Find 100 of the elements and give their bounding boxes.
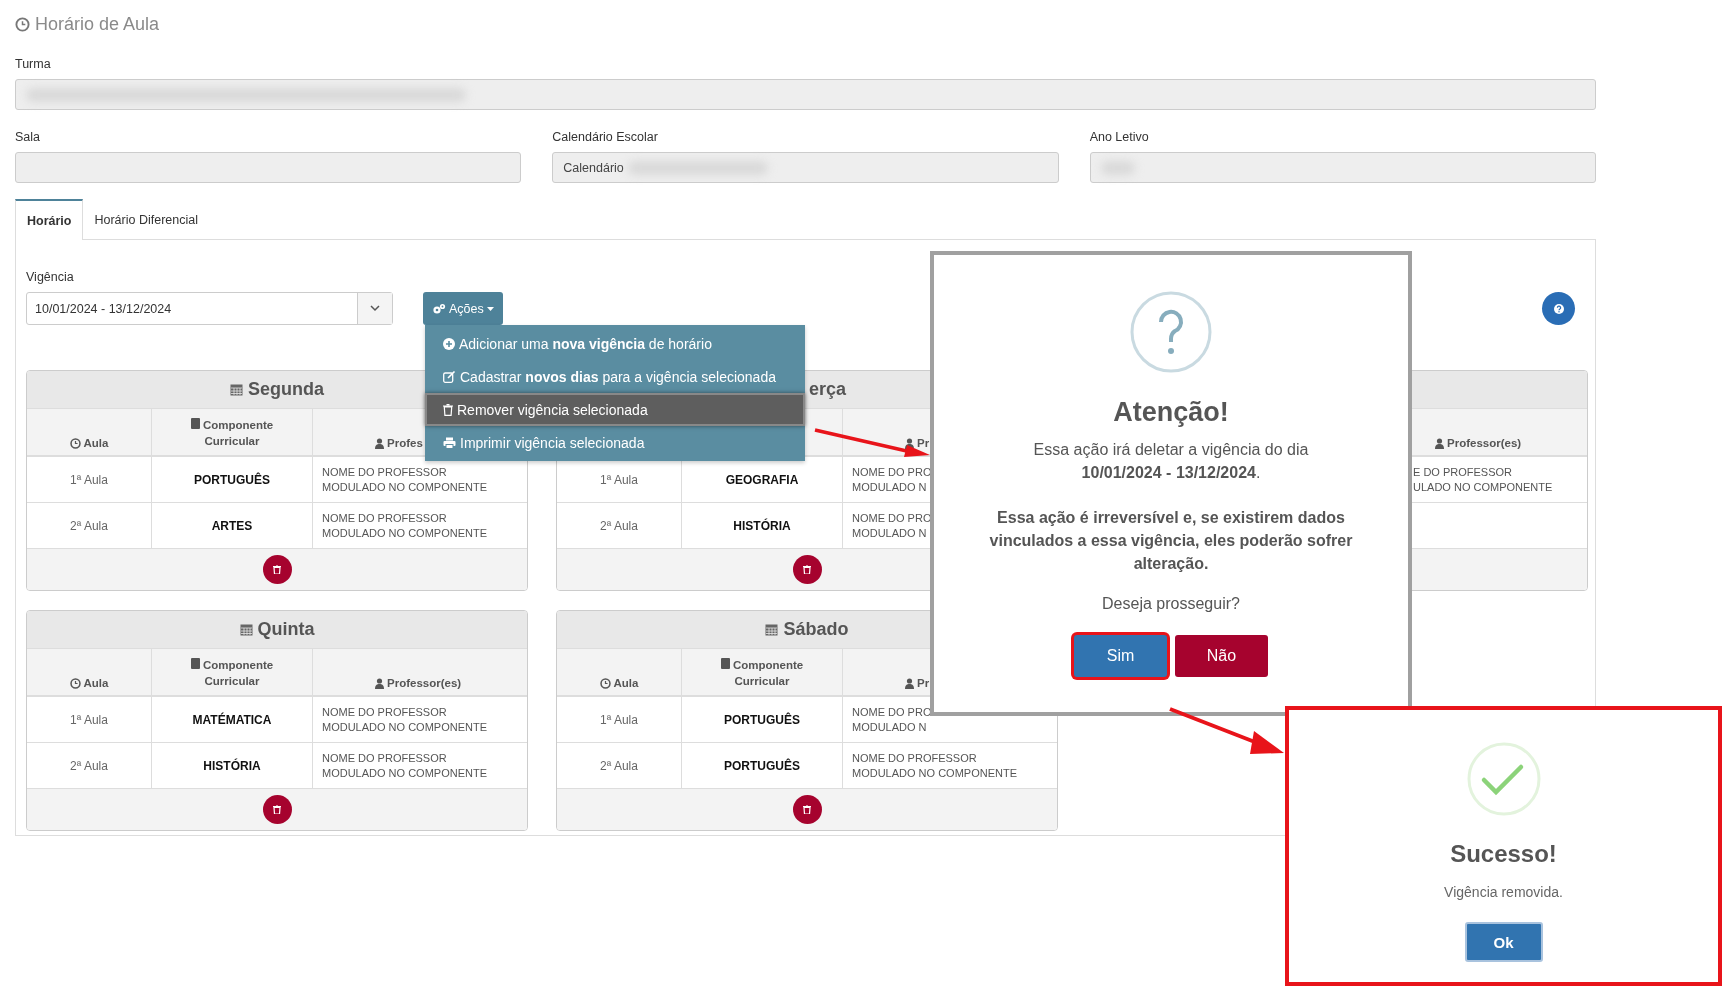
- table-cell: MODULADO N: [852, 525, 927, 541]
- table-cell: PORTUGUÊS: [724, 712, 800, 727]
- table-cell: ULADO NO COMPONENTE: [1413, 479, 1553, 495]
- dialog-title: Atenção!: [1113, 397, 1229, 428]
- table-cell: ARTES: [211, 518, 253, 533]
- column-header: Professor(es): [387, 677, 462, 689]
- column-header: Profes: [387, 437, 423, 449]
- table-cell: NOME DO PROFESSOR: [852, 750, 977, 766]
- table-cell: 1ª Aula: [70, 712, 108, 727]
- column-header: Aula: [83, 437, 109, 449]
- column-header: Pr: [917, 437, 930, 449]
- table-cell: PORTUGUÊS: [724, 758, 800, 773]
- column-header: Componente Curricular: [712, 657, 812, 689]
- turma-field[interactable]: [15, 79, 1596, 110]
- trash-icon: [443, 403, 453, 416]
- table-cell: 1ª Aula: [600, 712, 638, 727]
- table-cell: HISTÓRIA: [733, 518, 791, 533]
- table-cell: NOME DO PROFESSOR: [322, 750, 447, 766]
- column-header: Professor(es): [1447, 437, 1522, 449]
- table-cell: 2ª Aula: [600, 518, 638, 533]
- user-icon: [375, 438, 384, 449]
- trash-icon: [273, 565, 281, 574]
- table-cell: PORTUGUÊS: [194, 472, 270, 487]
- delete-button[interactable]: [262, 795, 292, 824]
- day-title: erça: [809, 379, 847, 400]
- field-label: Vigência: [26, 270, 75, 284]
- delete-button[interactable]: [792, 795, 822, 824]
- clock-icon: [69, 678, 81, 689]
- column-header: Aula: [83, 677, 109, 689]
- table-cell: MODULADO NO COMPONENTE: [322, 479, 487, 495]
- ok-button[interactable]: Ok: [1464, 922, 1543, 962]
- menu-item[interactable]: Cadastrar novos dias para a vigência selecionada: [425, 360, 805, 393]
- edit-icon: [443, 370, 456, 383]
- table-cell: 1ª Aula: [600, 472, 638, 487]
- confirm-button[interactable]: Sim: [1074, 635, 1167, 677]
- menu-item[interactable]: Adicionar uma nova vigência de horário: [425, 327, 805, 360]
- actions-button[interactable]: Ações: [423, 292, 503, 325]
- table-cell: MODULADO N: [852, 719, 927, 735]
- tab[interactable]: Horário: [15, 199, 84, 240]
- gears-icon: [432, 302, 446, 315]
- table-cell: MODULADO NO COMPONENTE: [322, 525, 487, 541]
- day-title: Sábado: [783, 619, 849, 640]
- book-icon: [190, 658, 200, 669]
- user-icon: [375, 678, 384, 689]
- table-cell: E DO PROFESSOR: [1413, 464, 1513, 480]
- table-cell: MATÉMATICA: [192, 712, 272, 727]
- book-icon: [720, 658, 730, 669]
- table-cell: HISTÓRIA: [203, 758, 261, 773]
- field-label: Calendário Escolar: [552, 130, 659, 144]
- book-icon: [190, 418, 200, 429]
- column-header: Pr: [917, 677, 930, 689]
- plus-circle-icon: [443, 337, 455, 350]
- field-label: Ano Letivo: [1089, 130, 1150, 144]
- table-cell: 2ª Aula: [600, 758, 638, 773]
- question-icon: [1553, 303, 1564, 314]
- day-title: Quinta: [257, 619, 315, 640]
- table-cell: MODULADO NO COMPONENTE: [852, 765, 1017, 781]
- column-header: Componente Curricular: [182, 417, 282, 449]
- day-title: Segunda: [248, 379, 324, 400]
- table-cell: 1ª Aula: [70, 472, 108, 487]
- table-cell: GEOGRAFIA: [725, 472, 799, 487]
- calendar-field[interactable]: Calendário: [552, 152, 1059, 183]
- user-icon: [1435, 438, 1444, 449]
- table-cell: MODULADO NO COMPONENTE: [322, 719, 487, 735]
- sala-field[interactable]: [15, 152, 522, 183]
- check-icon: [1466, 742, 1541, 816]
- calendar-icon: [230, 383, 243, 396]
- year-field[interactable]: [1089, 152, 1596, 183]
- table-cell: 2ª Aula: [70, 758, 108, 773]
- trash-icon: [803, 805, 811, 814]
- caret-icon: [486, 306, 494, 311]
- delete-button[interactable]: [792, 555, 822, 584]
- cancel-button[interactable]: Não: [1175, 635, 1268, 677]
- warning-text: Essa ação é irreversível e, se existirem dados vinculados a essa vigência, eles poderão sofrer alteração.: [988, 508, 1354, 574]
- table-cell: NOME DO PROFESSOR: [322, 704, 447, 720]
- table-cell: MODULADO N: [852, 479, 927, 495]
- field-label: Sala: [15, 130, 42, 144]
- period-select[interactable]: 10/01/2024 - 13/12/2024: [26, 292, 393, 325]
- clock-icon: [15, 17, 30, 32]
- dialog-title: Sucesso!: [1450, 840, 1557, 868]
- trash-icon: [273, 805, 281, 814]
- dialog-question: Deseja prosseguir?: [1102, 595, 1240, 613]
- clock-icon: [69, 438, 81, 449]
- chevron-down-icon: [370, 305, 380, 312]
- help-button[interactable]: [1542, 292, 1575, 325]
- dialog-message: Essa ação irá deletar a vigência do dia 10/01/2024 - 13/12/2024.: [1032, 440, 1310, 483]
- calendar-icon: [765, 623, 779, 636]
- printer-icon: [443, 436, 456, 449]
- menu-item[interactable]: Imprimir vigência selecionada: [425, 426, 805, 459]
- table-cell: NOME DO PROFESSOR: [322, 510, 447, 526]
- table-cell: NOME DO PROFESSOR: [322, 464, 447, 480]
- trash-icon: [803, 565, 811, 574]
- dialog-message: Vigência removida.: [1444, 884, 1563, 900]
- question-icon: [1130, 291, 1212, 373]
- table-cell: 2ª Aula: [70, 518, 108, 533]
- column-header: Aula: [613, 677, 639, 689]
- clock-icon: [599, 678, 611, 689]
- user-icon: [905, 678, 914, 689]
- menu-item[interactable]: Remover vigência selecionada: [425, 393, 805, 426]
- delete-button[interactable]: [262, 555, 292, 584]
